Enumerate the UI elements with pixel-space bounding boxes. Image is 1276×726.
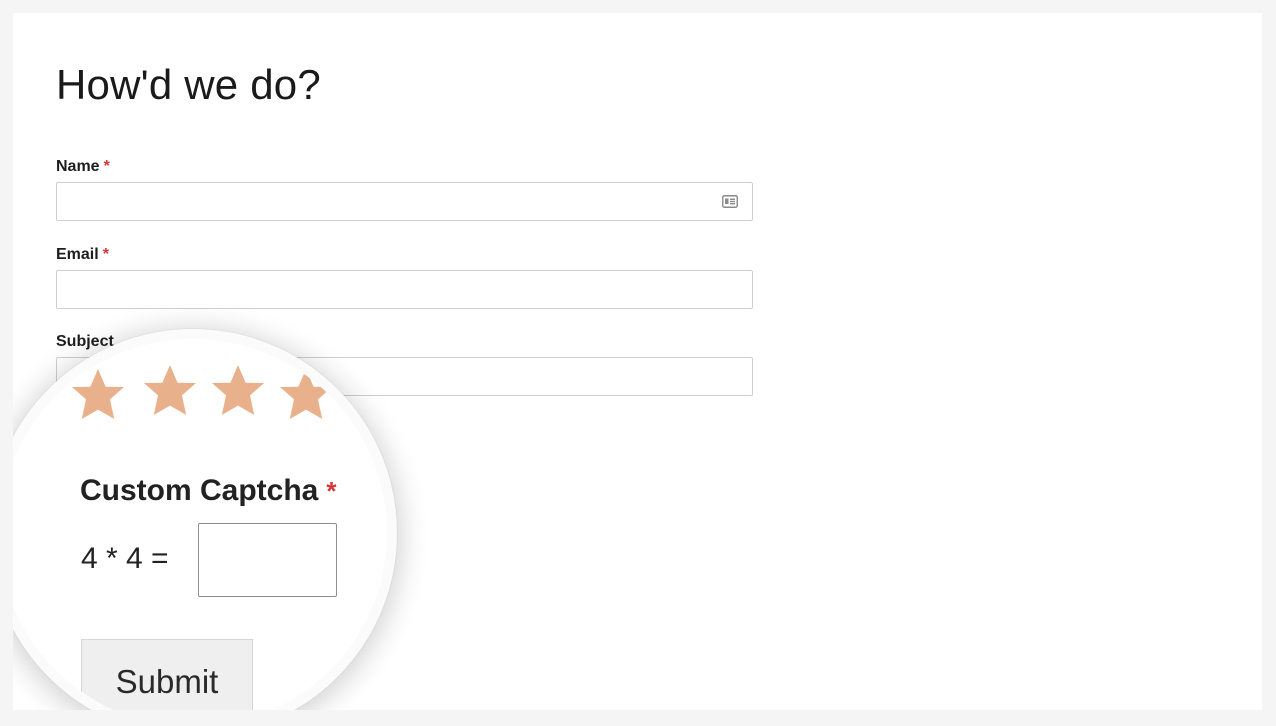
required-marker: * <box>103 158 110 175</box>
name-label: Name * <box>56 158 110 176</box>
captcha-question: 4 * 4 = <box>81 542 169 575</box>
star-rating[interactable] <box>43 359 363 419</box>
required-marker: * <box>102 246 109 263</box>
email-label-text: Email <box>56 246 99 263</box>
form-title: How'd we do? <box>56 61 321 108</box>
star-icon[interactable] <box>72 369 124 419</box>
star-icon[interactable] <box>280 369 332 419</box>
star-icon[interactable] <box>144 365 196 415</box>
captcha-answer-input[interactable] <box>198 523 337 597</box>
form-card: How'd we do? Name * Email * Subject Cust… <box>13 13 1262 710</box>
email-label: Email * <box>56 246 109 264</box>
required-marker: * <box>326 476 337 506</box>
submit-button[interactable]: Submit <box>81 639 253 710</box>
name-label-text: Name <box>56 158 100 175</box>
captcha-label-text: Custom Captcha <box>80 474 319 507</box>
captcha-label: Custom Captcha * <box>80 474 336 508</box>
email-input[interactable] <box>56 270 753 309</box>
magnifier-lens: Custom Captcha * 4 * 4 = Submit <box>13 329 397 710</box>
name-input[interactable] <box>56 182 753 221</box>
contact-card-icon[interactable] <box>722 195 738 208</box>
star-icon[interactable] <box>212 365 264 415</box>
